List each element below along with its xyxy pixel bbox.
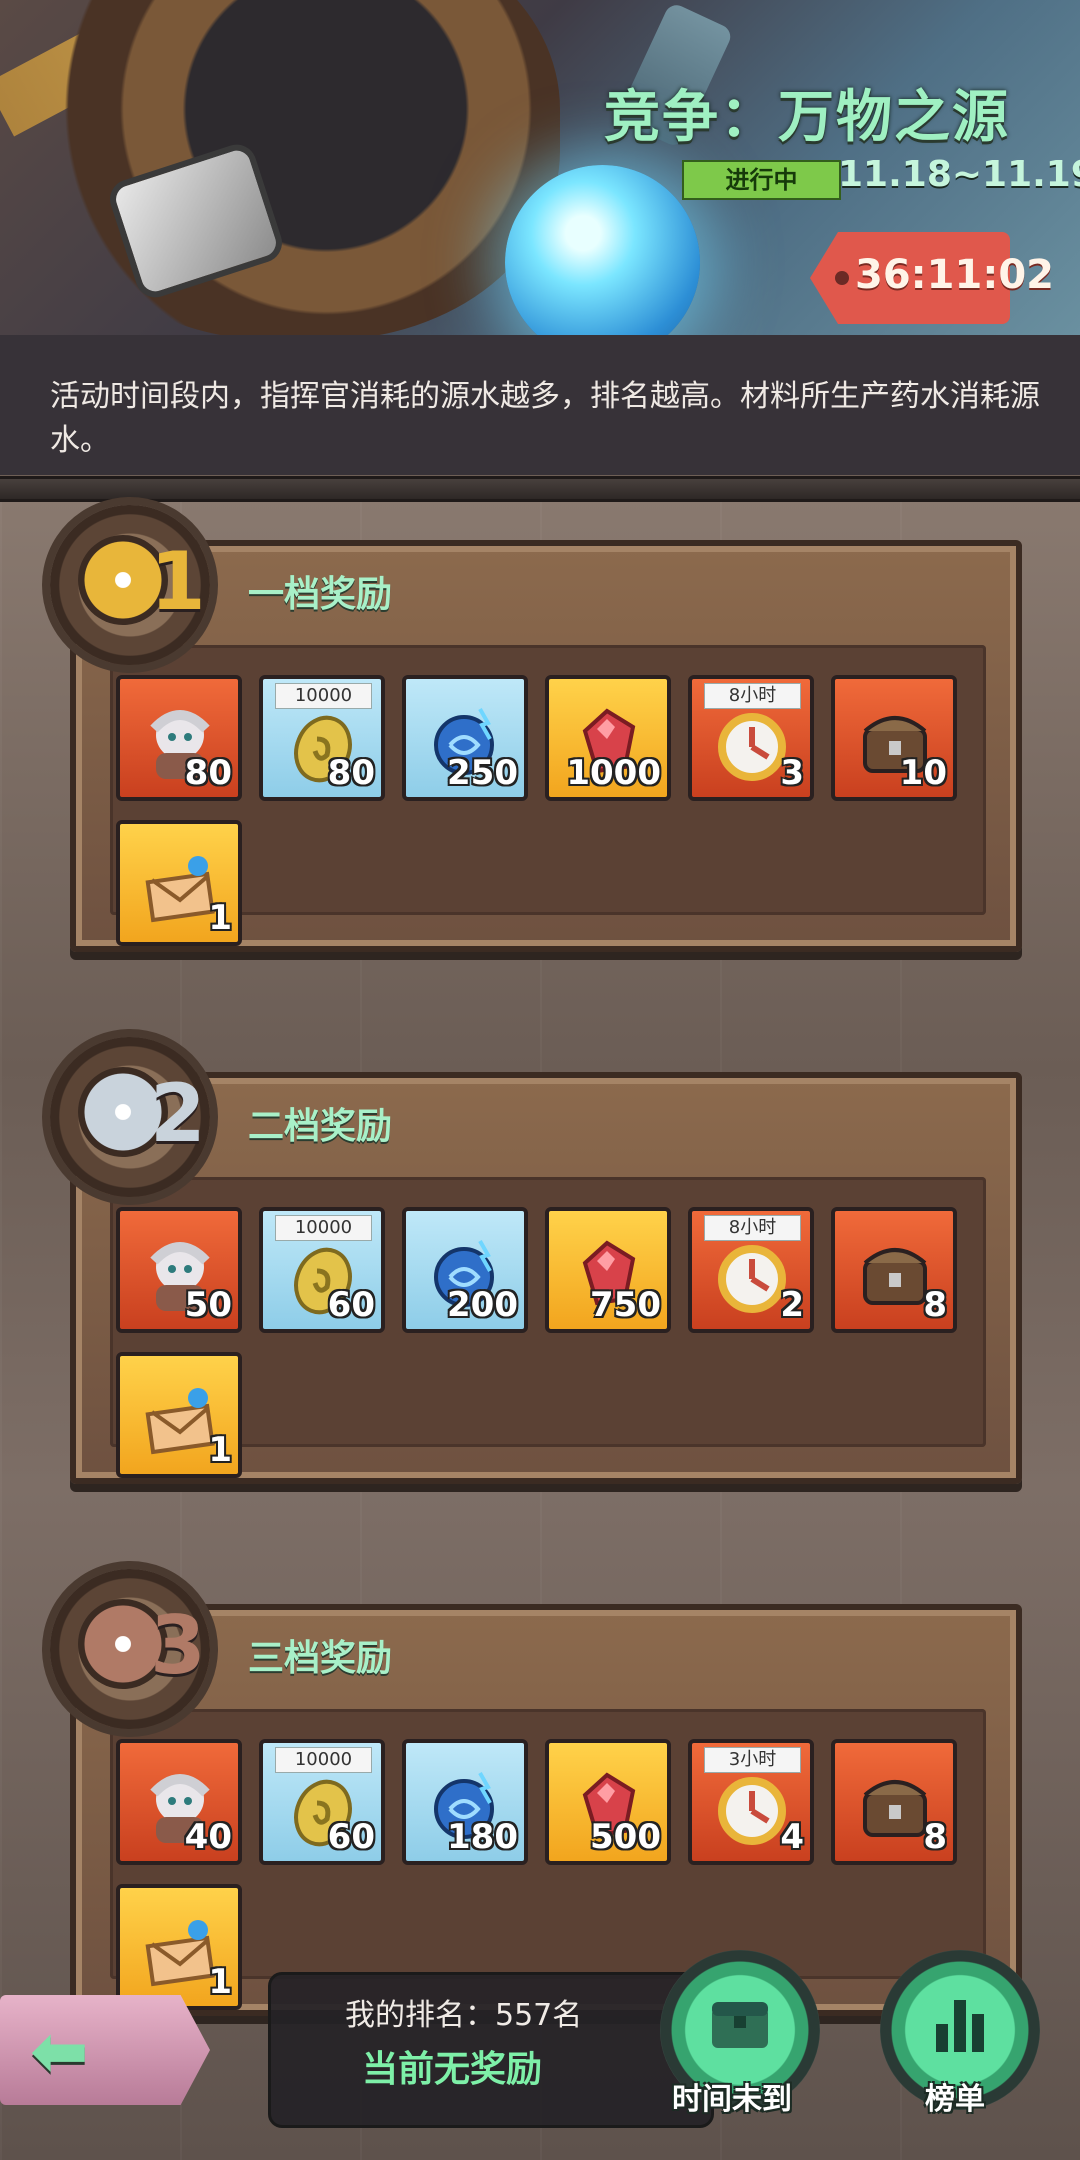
item-quantity: 60 — [327, 1285, 375, 1325]
tier-rank-number: 2 — [150, 1067, 206, 1160]
item-quantity: 250 — [447, 753, 518, 793]
leaderboard-label[interactable]: 榜单 — [925, 2074, 985, 2118]
countdown-timer: 36:11:02 — [855, 252, 1054, 298]
reward-item[interactable]: 10 — [831, 675, 957, 801]
reward-item[interactable]: 8小时 2 — [688, 1207, 814, 1333]
item-label: 10000 — [275, 683, 372, 709]
item-label: 3小时 — [704, 1747, 801, 1773]
tier-title: 二档奖励 — [248, 1106, 393, 1147]
reward-tier-2: 2 二档奖励 50 10000 60 200 750 8小时 2 8 1 — [0, 1037, 1080, 1484]
reward-tier-3: 3 三档奖励 40 10000 60 180 500 3小时 4 8 1 — [0, 1569, 1080, 2016]
back-arrow-icon[interactable]: ⬅ — [30, 2010, 89, 2092]
item-quantity: 200 — [447, 1285, 518, 1325]
item-quantity: 50 — [184, 1285, 232, 1325]
item-quantity: 1 — [208, 1430, 232, 1470]
reward-item[interactable]: 50 — [116, 1207, 242, 1333]
reward-item[interactable]: 250 — [402, 675, 528, 801]
tag-hole-icon — [835, 271, 849, 285]
reward-item[interactable]: 1 — [116, 820, 242, 946]
item-quantity: 80 — [184, 753, 232, 793]
event-description: 活动时间段内，指挥官消耗的源水越多，排名越高。材料所生产药水消耗源水。 — [50, 379, 1040, 458]
item-label: 10000 — [275, 1215, 372, 1241]
status-badge: 进行中 — [682, 160, 841, 200]
reward-item[interactable]: 200 — [402, 1207, 528, 1333]
rank-label: 我的排名： — [345, 1998, 495, 2033]
item-quantity: 40 — [184, 1817, 232, 1857]
item-quantity: 180 — [447, 1817, 518, 1857]
item-quantity: 500 — [590, 1817, 661, 1857]
tier-title: 三档奖励 — [248, 1638, 393, 1679]
reward-item[interactable]: 3小时 4 — [688, 1739, 814, 1865]
character-hat-illustration — [40, 0, 560, 335]
reward-item[interactable]: 1000 — [545, 675, 671, 801]
reward-item[interactable]: 40 — [116, 1739, 242, 1865]
item-quantity: 8 — [923, 1817, 947, 1857]
item-quantity: 2 — [780, 1285, 804, 1325]
item-quantity: 1 — [208, 1962, 232, 2002]
tier-rank-number: 1 — [150, 535, 206, 628]
reward-item[interactable]: 8 — [831, 1739, 957, 1865]
reward-item[interactable]: 10000 60 — [259, 1739, 385, 1865]
claim-button-label[interactable]: 时间未到 — [672, 2074, 792, 2118]
reward-item[interactable]: 500 — [545, 1739, 671, 1865]
item-quantity: 1000 — [566, 753, 661, 793]
item-quantity: 80 — [327, 753, 375, 793]
item-quantity: 8 — [923, 1285, 947, 1325]
item-quantity: 10 — [899, 753, 947, 793]
header-divider — [0, 476, 1080, 502]
event-title: 竞争：万物之源 — [604, 85, 1010, 150]
tier-rank-number: 3 — [150, 1599, 206, 1692]
item-label: 8小时 — [704, 1215, 801, 1241]
reward-item[interactable]: 10000 80 — [259, 675, 385, 801]
reward-item[interactable]: 180 — [402, 1739, 528, 1865]
reward-item[interactable]: 10000 60 — [259, 1207, 385, 1333]
tier-title: 一档奖励 — [248, 574, 393, 615]
reward-status: 当前无奖励 — [362, 2049, 543, 2090]
item-label: 8小时 — [704, 683, 801, 709]
event-dates: 11.18~11.19 — [838, 154, 1080, 195]
reward-item[interactable]: 80 — [116, 675, 242, 801]
reward-item[interactable]: 1 — [116, 1352, 242, 1478]
item-quantity: 3 — [780, 753, 804, 793]
item-quantity: 1 — [208, 898, 232, 938]
item-quantity: 750 — [590, 1285, 661, 1325]
reward-item[interactable]: 750 — [545, 1207, 671, 1333]
rank-value: 557名 — [495, 1998, 583, 2033]
reward-item[interactable]: 1 — [116, 1884, 242, 2010]
reward-item[interactable]: 8 — [831, 1207, 957, 1333]
item-quantity: 60 — [327, 1817, 375, 1857]
reward-tier-1: 1 一档奖励 80 10000 80 250 1000 8小时 3 10 1 — [0, 505, 1080, 952]
my-rank-line: 我的排名：557名 — [345, 1990, 582, 2034]
item-quantity: 4 — [780, 1817, 804, 1857]
reward-item[interactable]: 8小时 3 — [688, 675, 814, 801]
item-label: 10000 — [275, 1747, 372, 1773]
